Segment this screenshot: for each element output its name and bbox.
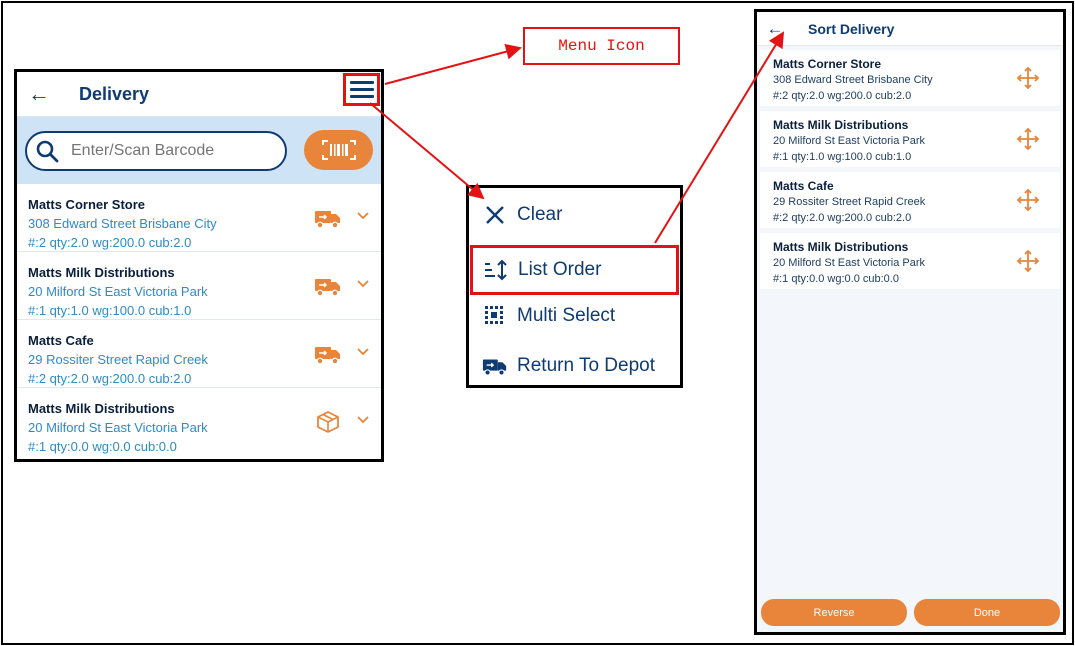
item-meta: #:2 qty:2.0 wg:200.0 cub:2.0 — [773, 212, 912, 224]
menu-item-label: List Order — [518, 259, 602, 280]
page-title: Delivery — [79, 83, 150, 104]
menu-item-label: Clear — [517, 204, 563, 225]
item-address: 29 Rossiter Street Rapid Creek — [773, 196, 926, 208]
drag-handle-icon[interactable] — [1017, 189, 1039, 211]
hamburger-line — [349, 95, 374, 98]
item-meta: #:2 qty:2.0 wg:200.0 cub:2.0 — [773, 90, 912, 102]
delivery-header: ← Delivery — [17, 72, 381, 117]
chevron-down-icon[interactable] — [356, 414, 370, 426]
item-address[interactable]: 308 Edward Street Brisbane City — [28, 216, 217, 231]
sort-delivery-screen: ← Sort Delivery Matts Corner Store 308 E… — [754, 9, 1066, 635]
reverse-button[interactable]: Reverse — [761, 599, 907, 626]
item-name: Matts Milk Distributions — [773, 118, 909, 132]
chevron-down-icon[interactable] — [356, 278, 370, 290]
back-arrow-icon[interactable]: ← — [765, 19, 785, 39]
item-name: Matts Cafe — [773, 179, 834, 193]
truck-icon — [315, 279, 340, 297]
chevron-down-icon[interactable] — [356, 346, 370, 358]
search-icon — [36, 140, 59, 163]
scan-barcode-button[interactable] — [304, 130, 373, 170]
item-meta: #:1 qty:1.0 wg:100.0 cub:1.0 — [28, 303, 192, 318]
item-meta: #:1 qty:0.0 wg:0.0 cub:0.0 — [28, 439, 177, 454]
item-name: Matts Milk Distributions — [773, 240, 909, 254]
menu-item-label: Multi Select — [517, 305, 616, 326]
grid-select-icon — [482, 303, 508, 329]
truck-icon — [315, 347, 340, 365]
truck-icon — [315, 211, 340, 229]
item-name: Matts Milk Distributions — [28, 265, 175, 280]
drag-handle-icon[interactable] — [1017, 128, 1039, 150]
menu-button[interactable] — [343, 73, 380, 106]
sortable-item[interactable]: Matts Cafe 29 Rossiter Street Rapid Cree… — [760, 172, 1060, 228]
item-address: 20 Milford St East Victoria Park — [773, 135, 926, 147]
list-item[interactable]: Matts Cafe 29 Rossiter Street Rapid Cree… — [17, 320, 381, 388]
search-box[interactable] — [25, 131, 287, 171]
item-address[interactable]: 20 Milford St East Victoria Park — [28, 284, 208, 299]
hamburger-line — [349, 81, 374, 84]
chevron-down-icon[interactable] — [356, 210, 370, 222]
item-address[interactable]: 20 Milford St East Victoria Park — [28, 420, 208, 435]
item-name: Matts Cafe — [28, 333, 94, 348]
item-meta: #:2 qty:2.0 wg:200.0 cub:2.0 — [28, 235, 192, 250]
delivery-list: Matts Corner Store 308 Edward Street Bri… — [17, 184, 381, 456]
hamburger-line — [349, 88, 374, 91]
truck-icon — [482, 353, 508, 379]
item-name: Matts Milk Distributions — [28, 401, 175, 416]
list-item[interactable]: Matts Corner Store 308 Edward Street Bri… — [17, 184, 381, 252]
barcode-scan-icon — [321, 140, 356, 160]
item-meta: #:2 qty:2.0 wg:200.0 cub:2.0 — [28, 371, 192, 386]
page-title: Sort Delivery — [808, 20, 895, 37]
delivery-screen: ← Delivery Matt — [14, 69, 384, 462]
package-icon — [317, 411, 339, 433]
done-button[interactable]: Done — [914, 599, 1060, 626]
list-item[interactable]: Matts Milk Distributions 20 Milford St E… — [17, 388, 381, 456]
barcode-search-input[interactable] — [69, 141, 273, 161]
sort-header: ← Sort Delivery — [757, 12, 1063, 46]
close-icon — [482, 202, 508, 228]
menu-item-list-order[interactable]: List Order — [470, 245, 679, 295]
search-band — [17, 117, 381, 184]
sortable-item[interactable]: Matts Corner Store 308 Edward Street Bri… — [760, 50, 1060, 106]
drag-handle-icon[interactable] — [1017, 250, 1039, 272]
item-address: 308 Edward Street Brisbane City — [773, 74, 933, 86]
item-address[interactable]: 29 Rossiter Street Rapid Creek — [28, 352, 208, 367]
back-arrow-icon[interactable]: ← — [27, 81, 51, 107]
sort-icon — [483, 257, 509, 283]
item-meta: #:1 qty:1.0 wg:100.0 cub:1.0 — [773, 151, 912, 163]
drag-handle-icon[interactable] — [1017, 67, 1039, 89]
menu-item-multi-select[interactable]: Multi Select — [469, 291, 680, 341]
item-name: Matts Corner Store — [773, 57, 882, 71]
menu-item-clear[interactable]: Clear — [469, 190, 680, 240]
item-meta: #:1 qty:0.0 wg:0.0 cub:0.0 — [773, 273, 899, 285]
sortable-item[interactable]: Matts Milk Distributions 20 Milford St E… — [760, 233, 1060, 289]
sortable-item[interactable]: Matts Milk Distributions 20 Milford St E… — [760, 111, 1060, 167]
menu-item-label: Return To Depot — [517, 355, 656, 376]
item-address: 20 Milford St East Victoria Park — [773, 257, 926, 269]
menu-icon-callout: Menu Icon — [523, 27, 680, 65]
options-menu: Clear List Order Multi Select Return To … — [466, 185, 683, 388]
list-item[interactable]: Matts Milk Distributions 20 Milford St E… — [17, 252, 381, 320]
menu-item-return-to-depot[interactable]: Return To Depot — [469, 341, 680, 391]
item-name: Matts Corner Store — [28, 197, 146, 212]
